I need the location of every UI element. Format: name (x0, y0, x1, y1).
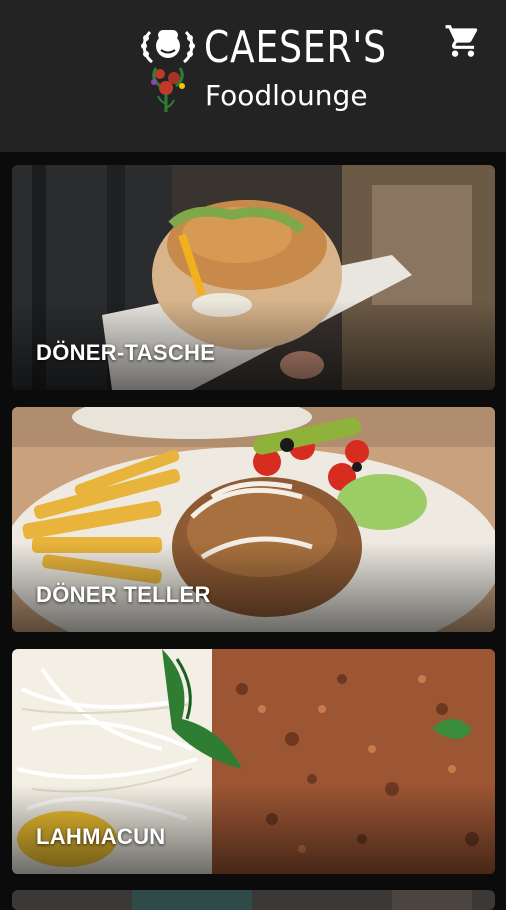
logo-emblem (141, 30, 195, 112)
category-card-doner-tasche[interactable]: DÖNER-TASCHE (12, 165, 495, 390)
category-card-lahmacun[interactable]: LAHMACUN (12, 649, 495, 874)
brand-subtitle: Foodlounge (205, 79, 368, 112)
app-header: CAESER'S Foodlounge (0, 0, 506, 152)
category-label: LAHMACUN (36, 824, 166, 849)
next-category-photo (12, 890, 495, 910)
category-label: DÖNER TELLER (36, 582, 211, 607)
category-label: DÖNER-TASCHE (36, 340, 216, 365)
shopping-cart-icon[interactable] (444, 22, 482, 60)
category-card-doner-teller[interactable]: DÖNER TELLER (12, 407, 495, 632)
category-card-next[interactable] (12, 890, 495, 910)
brand-title: CAESER'S (204, 22, 387, 73)
